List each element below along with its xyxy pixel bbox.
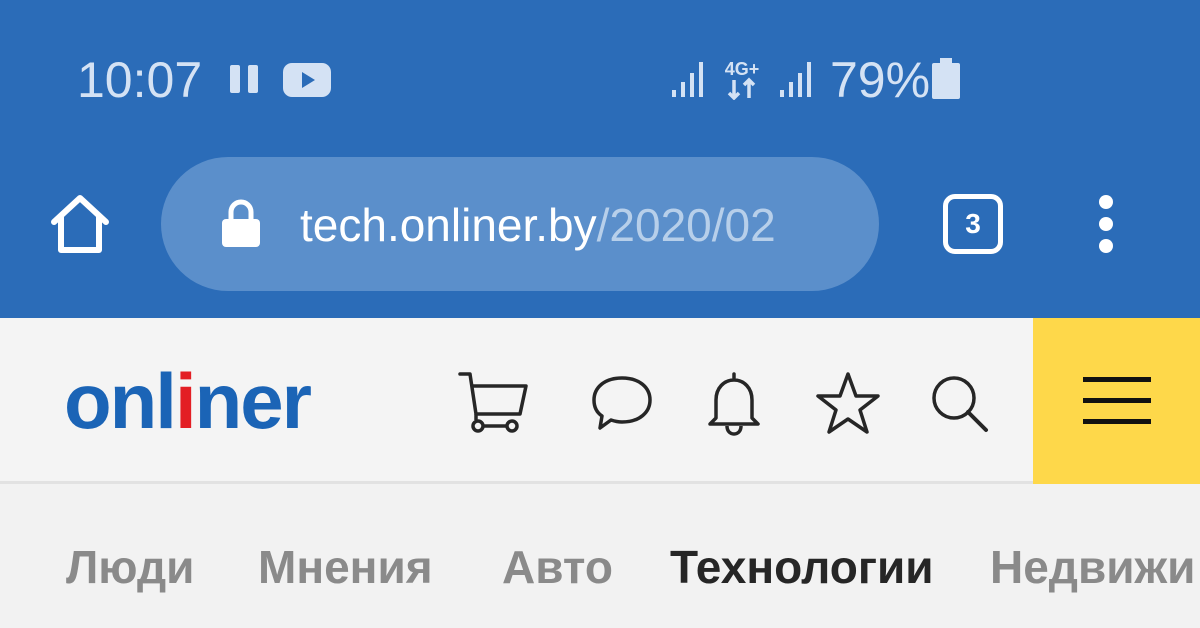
- nav-item-technologies[interactable]: Технологии: [670, 539, 934, 595]
- star-icon[interactable]: [812, 368, 884, 440]
- nav-item-people[interactable]: Люди: [66, 539, 194, 595]
- home-icon[interactable]: [46, 190, 114, 258]
- url-text: tech.onliner.by/2020/02: [300, 197, 848, 253]
- signal-icon: [672, 62, 703, 97]
- cart-icon[interactable]: [458, 368, 530, 440]
- site-header: onliner: [0, 318, 1200, 484]
- hamburger-menu-button[interactable]: [1033, 318, 1200, 484]
- nav-item-realty[interactable]: Недвижи: [990, 539, 1195, 595]
- onliner-logo[interactable]: onliner: [64, 356, 312, 446]
- network-4g-icon: 4G+: [720, 58, 764, 101]
- status-time: 10:07: [77, 52, 203, 108]
- address-bar[interactable]: tech.onliner.by/2020/02: [161, 157, 879, 291]
- signal-icon: [780, 62, 811, 97]
- search-icon[interactable]: [924, 368, 996, 440]
- chat-icon[interactable]: [586, 368, 658, 440]
- browser-chrome: 10:07 4G+ 79% tech.onliner.by/2020/02 3: [0, 0, 1200, 318]
- bell-icon[interactable]: [698, 368, 770, 440]
- more-vert-icon[interactable]: [1088, 192, 1124, 256]
- lock-icon: [222, 199, 260, 247]
- nav-item-opinions[interactable]: Мнения: [258, 539, 433, 595]
- tabs-icon[interactable]: 3: [943, 194, 1003, 254]
- battery-percent: 79%: [830, 52, 931, 108]
- hamburger-menu-icon: [1083, 377, 1151, 424]
- logo-highlight: i: [174, 357, 197, 445]
- section-nav: Люди Мнения Авто Технологии Недвижи: [0, 487, 1200, 628]
- url-path: /2020/02: [596, 199, 776, 251]
- pause-icon: [230, 65, 258, 93]
- network-type-label: 4G+: [725, 59, 760, 79]
- youtube-icon: [283, 63, 331, 97]
- url-host: tech.onliner.by: [300, 199, 597, 251]
- logo-part: ner: [194, 357, 312, 445]
- logo-part: onl: [64, 357, 177, 445]
- tab-count: 3: [965, 208, 981, 239]
- status-bar: 10:07 4G+ 79%: [0, 0, 1200, 150]
- battery-icon: [932, 58, 960, 99]
- nav-item-auto[interactable]: Авто: [502, 539, 613, 595]
